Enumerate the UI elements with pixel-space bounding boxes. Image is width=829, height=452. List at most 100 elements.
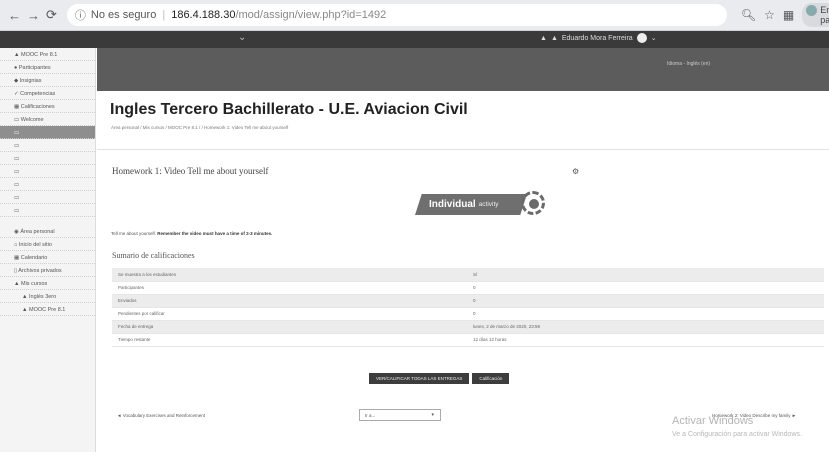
page-title: Ingles Tercero Bachillerato - U.E. Aviac…: [110, 101, 468, 118]
browser-toolbar: ← → ⟳ ⓘ No es seguro | 186.4.188.30 /mod…: [0, 0, 829, 31]
sidebar-item-calendar[interactable]: ▦ Calendario: [0, 251, 95, 264]
message-icon[interactable]: ▲: [551, 35, 558, 42]
notification-icon[interactable]: ▲: [540, 35, 547, 42]
grade-button[interactable]: Calificación: [472, 373, 510, 384]
profile-pause-button[interactable]: En pausa: [802, 3, 829, 27]
folder-icon: ▭: [14, 143, 20, 149]
activity-banner: Individual activity: [415, 194, 527, 215]
cap-icon: ▲: [22, 307, 29, 313]
user-dropdown-icon[interactable]: ⌄: [651, 34, 657, 42]
header-links[interactable]: Idioma - Inglés (en): [667, 61, 710, 67]
row-label: Pendientes por calificar: [112, 307, 467, 321]
user-menu[interactable]: ▲ ▲ Eduardo Mora Ferreira ⌄: [540, 33, 657, 43]
sidebar-item-section-active[interactable]: ▭: [0, 126, 95, 139]
zoom-icon[interactable]: 🔍︎: [741, 8, 756, 22]
folder-icon: ▭: [14, 156, 20, 162]
sidebar-item-private-files[interactable]: ▯ Archivos privados: [0, 264, 95, 277]
table-icon: ▦: [14, 104, 21, 110]
instruction-text: Tell me about yourself.: [111, 231, 157, 236]
folder-icon: ▭: [14, 208, 20, 214]
windows-activation-subtitle: Ve a Configuración para activar Windows.: [672, 431, 802, 438]
table-row: Pendientes por calificar 0: [112, 307, 824, 321]
cog-center-icon: [529, 199, 539, 209]
assignment-instructions: Tell me about yourself. Remember the vid…: [111, 231, 272, 236]
grading-summary-heading: Sumario de calificaciones: [112, 251, 195, 260]
sidebar-item-section[interactable]: ▭: [0, 165, 95, 178]
sidebar-item-dashboard[interactable]: ◉ Área personal: [0, 225, 95, 238]
assignment-title: Homework 1: Video Tell me about yourself: [112, 166, 269, 176]
nav-drawer: ▲ MOOC Pre 8.1 ● Participantes ◆ Insigni…: [0, 48, 96, 452]
row-value: 0: [467, 294, 824, 308]
folder-icon: ▭: [14, 169, 20, 175]
row-label: Fecha de entrega: [112, 320, 467, 334]
activity-light-text: activity: [478, 201, 499, 208]
url-path: /mod/assign/view.php?id=1492: [235, 9, 387, 21]
individual-activity-image: Individual activity: [415, 191, 545, 219]
sidebar-item-participants[interactable]: ● Participantes: [0, 61, 95, 74]
row-label: Se muestra a los estudiantes: [112, 268, 467, 282]
main-content: Ingles Tercero Bachillerato - U.E. Aviac…: [97, 91, 829, 452]
not-secure-label: No es seguro: [90, 9, 157, 21]
gear-icon[interactable]: ⚙: [572, 167, 579, 176]
jump-to-select[interactable]: Ir a... ▾: [359, 409, 441, 421]
sidebar-item-section[interactable]: ▭: [0, 191, 95, 204]
folder-icon: ▭: [14, 182, 20, 188]
row-label: Enviados: [112, 294, 467, 308]
url-separator: |: [162, 9, 166, 21]
browser-actions: 🔍︎ ☆ ▦ En pausa: [741, 3, 829, 27]
previous-activity-link[interactable]: ◄ Vocabulary Exercises and Reinforcement: [117, 413, 205, 418]
breadcrumb[interactable]: Área personal / Mis cursos / MOOC Pre 8.…: [111, 125, 288, 130]
sidebar-item-section[interactable]: ▭: [0, 204, 95, 217]
view-all-submissions-button[interactable]: VER/CALIFICAR TODAS LAS ENTREGAS: [369, 373, 470, 384]
reload-icon[interactable]: ⟳: [46, 7, 57, 23]
activity-bold-text: Individual: [429, 199, 476, 210]
folder-icon: ▭: [14, 130, 20, 136]
sidebar-item-course[interactable]: ▲ MOOC Pre 8.1: [0, 48, 95, 61]
url-host: 186.4.188.30: [171, 9, 236, 21]
folder-icon: ▭: [14, 195, 20, 201]
row-label: Tiempo restante: [112, 333, 467, 347]
page-header-banner: Idioma - Inglés (en): [97, 48, 829, 91]
info-icon[interactable]: ⓘ: [75, 7, 86, 23]
sidebar-item-course-ingles[interactable]: ▲ Inglés 3ero: [0, 290, 95, 303]
calendar-icon: ▦: [14, 255, 21, 261]
sidebar-item-competencies[interactable]: ✓ Competencias: [0, 87, 95, 100]
extension-icon[interactable]: ▦: [783, 8, 794, 22]
table-row: Se muestra a los estudiantes Sí: [112, 268, 824, 282]
row-value: 0: [467, 307, 824, 321]
jump-to-value: Ir a...: [365, 413, 376, 418]
table-row: Tiempo restante 12 días 12 horas: [112, 333, 824, 347]
avatar[interactable]: [636, 33, 647, 43]
sidebar-item-section[interactable]: ▭: [0, 178, 95, 191]
windows-activation-title: Activar Windows: [672, 415, 754, 427]
folder-icon: ▭: [14, 117, 21, 123]
grading-actions: VER/CALIFICAR TODAS LAS ENTREGAS Calific…: [369, 373, 510, 384]
sidebar-item-site-home[interactable]: ⌂ Inicio del sitio: [0, 238, 95, 251]
sidebar-item-grades[interactable]: ▦ Calificaciones: [0, 100, 95, 113]
row-value: lunes, 2 de marzo de 2020, 23:59: [467, 320, 824, 334]
sidebar-item-welcome[interactable]: ▭ Welcome: [0, 113, 95, 126]
sidebar-item-section[interactable]: ▭: [0, 152, 95, 165]
forward-arrow-icon[interactable]: →: [27, 7, 40, 23]
grading-summary-table: Se muestra a los estudiantes Sí Participa…: [112, 268, 824, 347]
sidebar-item-course-mooc[interactable]: ▲ MOOC Pre 8.1: [0, 303, 95, 316]
back-arrow-icon[interactable]: ←: [8, 7, 21, 23]
sidebar-item-my-courses[interactable]: ▲ Mis cursos: [0, 277, 95, 290]
chevron-down-icon[interactable]: ⌄: [238, 32, 246, 43]
table-row: Enviados 0: [112, 294, 824, 308]
bookmark-star-icon[interactable]: ☆: [764, 8, 775, 22]
cap-icon: ▲: [14, 52, 21, 58]
select-caret-icon: ▾: [431, 412, 434, 418]
table-row: Fecha de entrega lunes, 2 de marzo de 202…: [112, 320, 824, 334]
row-label: Participantes: [112, 281, 467, 295]
address-bar[interactable]: ⓘ No es seguro | 186.4.188.30 /mod/assig…: [66, 4, 727, 26]
divider: [97, 149, 829, 150]
cap-icon: ▲: [14, 281, 21, 287]
sidebar-item-section[interactable]: ▭: [0, 139, 95, 152]
instruction-bold-text: Remember the video must have a time of 2…: [157, 231, 273, 236]
row-value: 0: [467, 281, 824, 295]
sidebar-item-badges[interactable]: ◆ Insignias: [0, 74, 95, 87]
cap-icon: ▲: [22, 294, 29, 300]
table-row: Participantes 0: [112, 281, 824, 295]
